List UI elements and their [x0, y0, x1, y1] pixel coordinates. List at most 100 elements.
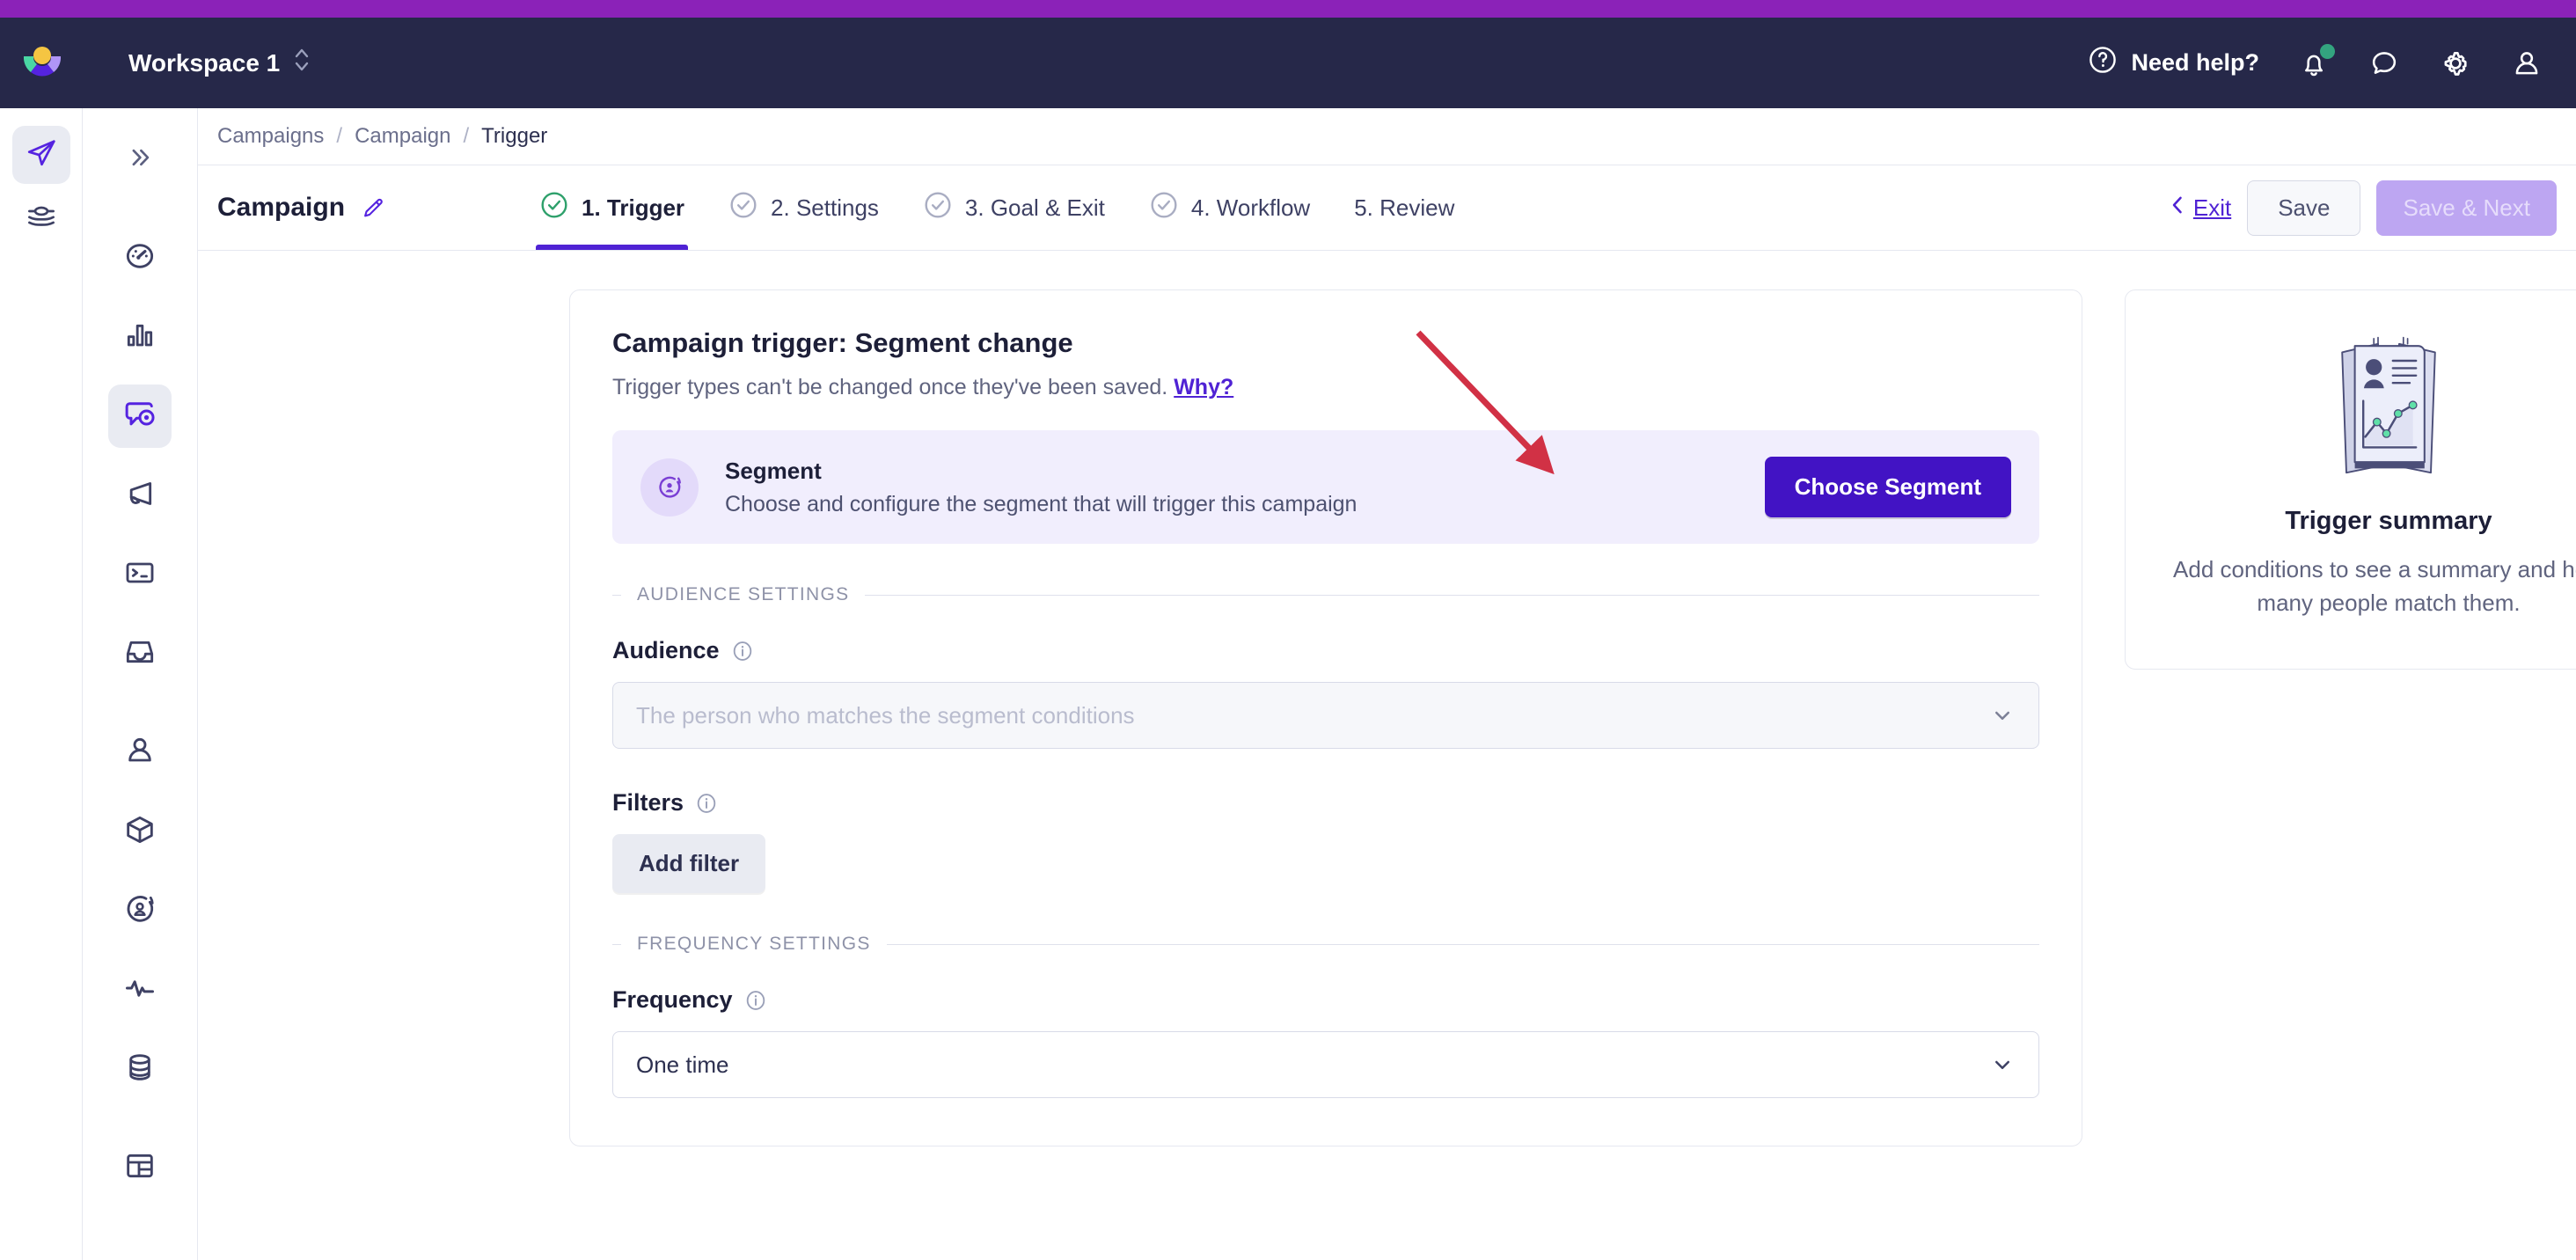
frequency-label: Frequency — [612, 986, 733, 1013]
sidebar-item-objects[interactable] — [108, 800, 172, 863]
breadcrumb: Campaigns / Campaign / Trigger — [198, 108, 2576, 165]
check-circle-icon-4 — [1149, 190, 1179, 226]
primary-rail — [0, 108, 83, 1260]
step-5-label: 5. Review — [1354, 194, 1455, 221]
sidebar-item-broadcasts[interactable] — [108, 464, 172, 527]
check-circle-icon-3 — [923, 190, 953, 226]
chevron-updown-icon — [294, 45, 310, 81]
audience-label: Audience — [612, 637, 720, 663]
audience-settings-label: AUDIENCE SETTINGS — [637, 584, 850, 604]
audience-settings-divider: AUDIENCE SETTINGS — [612, 584, 2039, 605]
exit-label: Exit — [2192, 194, 2232, 221]
segment-description: Choose and configure the segment that wi… — [725, 491, 1358, 516]
wizard-steps: 1. Trigger 2. Settings 3. Goal & Exit 4.… — [536, 165, 1458, 250]
activity-pulse-icon — [122, 971, 157, 1010]
app-body: Campaigns / Campaign / Trigger Campaign — [0, 108, 2576, 1260]
frequency-label-row: Frequency — [612, 986, 2039, 1014]
audience-select[interactable]: The person who matches the segment condi… — [612, 682, 2039, 749]
workspace-name: Workspace 1 — [128, 48, 281, 77]
trigger-card-subtitle: Trigger types can't be changed once they… — [612, 375, 2039, 400]
breadcrumb-item-campaign[interactable]: Campaign — [355, 124, 450, 149]
trigger-card: Campaign trigger: Segment change Trigger… — [569, 289, 2082, 1146]
trigger-summary-column: Trigger summary Add conditions to see a … — [2125, 289, 2576, 1260]
segment-title: Segment — [725, 457, 822, 484]
audience-label-row: Audience — [612, 637, 2039, 664]
sidebar-item-inbox[interactable] — [108, 622, 172, 685]
user-avatar-icon[interactable] — [2511, 48, 2543, 79]
page-title-group: Campaign — [217, 193, 481, 223]
gear-icon[interactable] — [2439, 47, 2472, 80]
add-filter-button[interactable]: Add filter — [612, 834, 766, 893]
rail-item-layers[interactable] — [12, 189, 70, 247]
why-link[interactable]: Why? — [1174, 375, 1233, 399]
layers-icon — [25, 200, 58, 238]
sidebar-item-data[interactable] — [108, 1037, 172, 1101]
box-object-icon — [122, 812, 157, 852]
choose-segment-button[interactable]: Choose Segment — [1764, 457, 2011, 517]
step-1-trigger[interactable]: 1. Trigger — [536, 165, 689, 250]
trigger-config-column: Campaign trigger: Segment change Trigger… — [569, 289, 2082, 1260]
page-header: Campaign 1. Trigger 2. Settings 3. Goal … — [198, 165, 2576, 251]
content-area: Campaigns / Campaign / Trigger Campaign — [198, 108, 2576, 1260]
trigger-summary-card: Trigger summary Add conditions to see a … — [2125, 289, 2576, 670]
main-area: Campaign trigger: Segment change Trigger… — [198, 251, 2576, 1260]
breadcrumb-item-campaigns[interactable]: Campaigns — [217, 124, 324, 149]
frequency-settings-divider: FREQUENCY SETTINGS — [612, 934, 2039, 955]
save-button[interactable]: Save — [2247, 179, 2361, 236]
need-help-button[interactable]: Need help? — [2088, 45, 2259, 81]
chevrons-right-icon — [125, 143, 155, 177]
workspace-switcher[interactable]: Workspace 1 — [128, 45, 310, 81]
info-icon-frequency[interactable] — [744, 989, 767, 1012]
step-5-review[interactable]: 5. Review — [1350, 165, 1458, 250]
info-icon-audience[interactable] — [731, 640, 754, 663]
exit-button[interactable]: Exit — [2169, 193, 2231, 223]
audience-placeholder: The person who matches the segment condi… — [636, 701, 1135, 729]
secondary-sidebar — [83, 108, 198, 1260]
sidebar-item-people[interactable] — [108, 721, 172, 784]
accent-strip — [0, 0, 2576, 18]
layout-table-icon — [122, 1148, 157, 1188]
rail-item-paper-plane[interactable] — [11, 126, 70, 184]
trigger-card-subtitle-text: Trigger types can't be changed once they… — [612, 375, 1168, 399]
divider-line-left-2 — [612, 943, 621, 945]
breadcrumb-separator-2: / — [463, 124, 470, 148]
sidebar-item-segments[interactable] — [108, 879, 172, 942]
sidebar-item-dashboard[interactable] — [108, 226, 172, 289]
check-circle-icon-2 — [728, 190, 758, 226]
pencil-edit-icon[interactable] — [361, 195, 385, 220]
trigger-card-title: Campaign trigger: Segment change — [612, 327, 1073, 358]
top-navbar: Workspace 1 Need help? — [0, 18, 2576, 108]
segment-banner: Segment Choose and configure the segment… — [612, 430, 2039, 544]
filters-label-row: Filters — [612, 789, 2039, 817]
sidebar-item-terminal[interactable] — [108, 543, 172, 606]
chevron-left-icon — [2169, 193, 2186, 223]
divider-line-right — [865, 594, 2039, 596]
segment-icon — [122, 891, 157, 931]
bar-chart-icon — [122, 318, 157, 357]
sidebar-item-activity[interactable] — [108, 958, 172, 1022]
frequency-settings-label: FREQUENCY SETTINGS — [637, 934, 871, 954]
info-icon-filters[interactable] — [695, 792, 718, 815]
bell-icon[interactable] — [2298, 43, 2335, 79]
trigger-summary-title: Trigger summary — [2285, 507, 2492, 535]
header-actions: Exit Save Save & Next — [2169, 179, 2557, 236]
step-4-workflow[interactable]: 4. Workflow — [1145, 165, 1314, 250]
step-1-label: 1. Trigger — [582, 194, 685, 221]
sidebar-collapse-button[interactable] — [108, 128, 172, 191]
chevron-down-icon-audience — [1989, 702, 2016, 729]
step-3-goal-exit[interactable]: 3. Goal & Exit — [919, 165, 1109, 250]
chevron-down-icon-frequency — [1989, 1051, 2016, 1078]
save-and-next-button[interactable]: Save & Next — [2376, 179, 2557, 236]
chat-bubble-icon[interactable] — [2368, 48, 2400, 79]
page-title: Campaign — [217, 193, 346, 222]
frequency-select[interactable]: One time — [612, 1031, 2039, 1098]
need-help-label: Need help? — [2131, 49, 2259, 76]
sidebar-item-analytics[interactable] — [108, 305, 172, 369]
campaigns-icon — [121, 396, 158, 437]
sidebar-item-campaigns[interactable] — [108, 385, 172, 448]
step-2-settings[interactable]: 2. Settings — [725, 165, 882, 250]
customer-io-logo[interactable] — [0, 42, 84, 84]
dashboard-speedometer-icon — [122, 238, 157, 278]
person-icon — [122, 733, 157, 773]
sidebar-item-layout[interactable] — [108, 1136, 172, 1199]
